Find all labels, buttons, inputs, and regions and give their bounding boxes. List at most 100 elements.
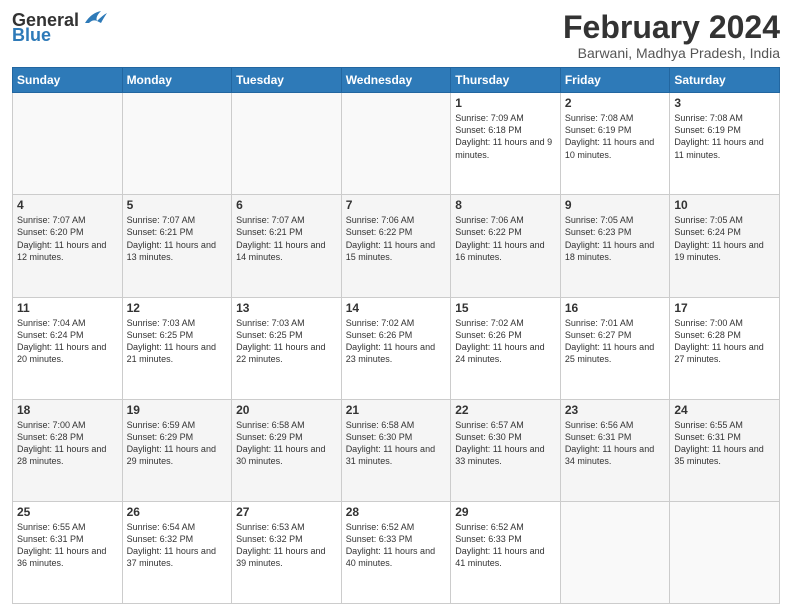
day-number: 9 xyxy=(565,198,666,212)
day-info: Sunrise: 7:07 AM Sunset: 6:21 PM Dayligh… xyxy=(127,214,228,263)
table-row: 5 Sunrise: 7:07 AM Sunset: 6:21 PM Daylig… xyxy=(122,195,232,297)
day-info: Sunrise: 7:00 AM Sunset: 6:28 PM Dayligh… xyxy=(674,317,775,366)
col-friday: Friday xyxy=(560,68,670,93)
calendar-week-row: 18 Sunrise: 7:00 AM Sunset: 6:28 PM Dayli… xyxy=(13,399,780,501)
day-info: Sunrise: 7:06 AM Sunset: 6:22 PM Dayligh… xyxy=(455,214,556,263)
day-number: 24 xyxy=(674,403,775,417)
table-row: 28 Sunrise: 6:52 AM Sunset: 6:33 PM Dayli… xyxy=(341,501,451,603)
table-row: 27Sunrise: 6:53 AM Sunset: 6:32 PM Dayli… xyxy=(232,501,342,603)
day-number: 16 xyxy=(565,301,666,315)
day-info: Sunrise: 6:55 AM Sunset: 6:31 PM Dayligh… xyxy=(674,419,775,468)
table-row: 26 Sunrise: 6:54 AM Sunset: 6:32 PM Dayli… xyxy=(122,501,232,603)
day-number: 2 xyxy=(565,96,666,110)
day-info: Sunrise: 7:02 AM Sunset: 6:26 PM Dayligh… xyxy=(346,317,447,366)
table-row: 15 Sunrise: 7:02 AM Sunset: 6:26 PM Dayli… xyxy=(451,297,561,399)
col-monday: Monday xyxy=(122,68,232,93)
calendar-week-row: 11Sunrise: 7:04 AM Sunset: 6:24 PM Dayli… xyxy=(13,297,780,399)
table-row: 10 Sunrise: 7:05 AM Sunset: 6:24 PM Dayli… xyxy=(670,195,780,297)
table-row: 4 Sunrise: 7:07 AM Sunset: 6:20 PM Daylig… xyxy=(13,195,123,297)
day-info: Sunrise: 7:03 AM Sunset: 6:25 PM Dayligh… xyxy=(127,317,228,366)
day-number: 5 xyxy=(127,198,228,212)
day-number: 23 xyxy=(565,403,666,417)
day-number: 7 xyxy=(346,198,447,212)
table-row: 16 Sunrise: 7:01 AM Sunset: 6:27 PM Dayli… xyxy=(560,297,670,399)
day-info: Sunrise: 7:08 AM Sunset: 6:19 PM Dayligh… xyxy=(565,112,666,161)
day-info: Sunrise: 7:03 AM Sunset: 6:25 PM Dayligh… xyxy=(236,317,337,366)
table-row: 2 Sunrise: 7:08 AM Sunset: 6:19 PM Daylig… xyxy=(560,93,670,195)
day-number: 27 xyxy=(236,505,337,519)
day-info: Sunrise: 6:52 AM Sunset: 6:33 PM Dayligh… xyxy=(346,521,447,570)
day-info: Sunrise: 6:59 AM Sunset: 6:29 PM Dayligh… xyxy=(127,419,228,468)
day-info: Sunrise: 7:00 AM Sunset: 6:28 PM Dayligh… xyxy=(17,419,118,468)
table-row: 24 Sunrise: 6:55 AM Sunset: 6:31 PM Dayli… xyxy=(670,399,780,501)
day-number: 17 xyxy=(674,301,775,315)
table-row: 8 Sunrise: 7:06 AM Sunset: 6:22 PM Daylig… xyxy=(451,195,561,297)
day-info: Sunrise: 6:56 AM Sunset: 6:31 PM Dayligh… xyxy=(565,419,666,468)
day-number: 13 xyxy=(236,301,337,315)
day-info: Sunrise: 7:08 AM Sunset: 6:19 PM Dayligh… xyxy=(674,112,775,161)
table-row: 18 Sunrise: 7:00 AM Sunset: 6:28 PM Dayli… xyxy=(13,399,123,501)
calendar-header-row: Sunday Monday Tuesday Wednesday Thursday… xyxy=(13,68,780,93)
day-info: Sunrise: 6:57 AM Sunset: 6:30 PM Dayligh… xyxy=(455,419,556,468)
day-number: 21 xyxy=(346,403,447,417)
day-number: 14 xyxy=(346,301,447,315)
day-number: 1 xyxy=(455,96,556,110)
day-info: Sunrise: 7:09 AM Sunset: 6:18 PM Dayligh… xyxy=(455,112,556,161)
col-wednesday: Wednesday xyxy=(341,68,451,93)
day-info: Sunrise: 7:07 AM Sunset: 6:20 PM Dayligh… xyxy=(17,214,118,263)
day-info: Sunrise: 7:05 AM Sunset: 6:23 PM Dayligh… xyxy=(565,214,666,263)
table-row xyxy=(13,93,123,195)
table-row: 17 Sunrise: 7:00 AM Sunset: 6:28 PM Dayli… xyxy=(670,297,780,399)
table-row: 14 Sunrise: 7:02 AM Sunset: 6:26 PM Dayli… xyxy=(341,297,451,399)
calendar-week-row: 1 Sunrise: 7:09 AM Sunset: 6:18 PM Daylig… xyxy=(13,93,780,195)
day-info: Sunrise: 7:05 AM Sunset: 6:24 PM Dayligh… xyxy=(674,214,775,263)
day-number: 29 xyxy=(455,505,556,519)
calendar-subtitle: Barwani, Madhya Pradesh, India xyxy=(563,45,780,61)
table-row: 25 Sunrise: 6:55 AM Sunset: 6:31 PM Dayli… xyxy=(13,501,123,603)
day-number: 3 xyxy=(674,96,775,110)
col-sunday: Sunday xyxy=(13,68,123,93)
table-row: 21 Sunrise: 6:58 AM Sunset: 6:30 PM Dayli… xyxy=(341,399,451,501)
day-info: Sunrise: 7:04 AM Sunset: 6:24 PM Dayligh… xyxy=(17,317,118,366)
day-number: 12 xyxy=(127,301,228,315)
table-row: 7 Sunrise: 7:06 AM Sunset: 6:22 PM Daylig… xyxy=(341,195,451,297)
table-row xyxy=(122,93,232,195)
day-number: 25 xyxy=(17,505,118,519)
calendar-table: Sunday Monday Tuesday Wednesday Thursday… xyxy=(12,67,780,604)
day-number: 8 xyxy=(455,198,556,212)
day-info: Sunrise: 7:07 AM Sunset: 6:21 PM Dayligh… xyxy=(236,214,337,263)
table-row: 22Sunrise: 6:57 AM Sunset: 6:30 PM Dayli… xyxy=(451,399,561,501)
table-row: 29 Sunrise: 6:52 AM Sunset: 6:33 PM Dayli… xyxy=(451,501,561,603)
calendar-week-row: 4 Sunrise: 7:07 AM Sunset: 6:20 PM Daylig… xyxy=(13,195,780,297)
day-info: Sunrise: 7:02 AM Sunset: 6:26 PM Dayligh… xyxy=(455,317,556,366)
day-number: 28 xyxy=(346,505,447,519)
col-thursday: Thursday xyxy=(451,68,561,93)
calendar-title: February 2024 xyxy=(563,10,780,45)
header: General Blue February 2024 Barwani, Madh… xyxy=(12,10,780,61)
col-tuesday: Tuesday xyxy=(232,68,342,93)
day-info: Sunrise: 7:06 AM Sunset: 6:22 PM Dayligh… xyxy=(346,214,447,263)
calendar-week-row: 25 Sunrise: 6:55 AM Sunset: 6:31 PM Dayli… xyxy=(13,501,780,603)
day-number: 4 xyxy=(17,198,118,212)
day-info: Sunrise: 6:55 AM Sunset: 6:31 PM Dayligh… xyxy=(17,521,118,570)
day-number: 10 xyxy=(674,198,775,212)
table-row: 13 Sunrise: 7:03 AM Sunset: 6:25 PM Dayli… xyxy=(232,297,342,399)
day-info: Sunrise: 6:54 AM Sunset: 6:32 PM Dayligh… xyxy=(127,521,228,570)
day-number: 15 xyxy=(455,301,556,315)
day-info: Sunrise: 6:58 AM Sunset: 6:30 PM Dayligh… xyxy=(346,419,447,468)
table-row: 3 Sunrise: 7:08 AM Sunset: 6:19 PM Daylig… xyxy=(670,93,780,195)
day-number: 18 xyxy=(17,403,118,417)
page: General Blue February 2024 Barwani, Madh… xyxy=(0,0,792,612)
table-row: 19 Sunrise: 6:59 AM Sunset: 6:29 PM Dayli… xyxy=(122,399,232,501)
table-row: 6 Sunrise: 7:07 AM Sunset: 6:21 PM Daylig… xyxy=(232,195,342,297)
day-info: Sunrise: 7:01 AM Sunset: 6:27 PM Dayligh… xyxy=(565,317,666,366)
title-area: February 2024 Barwani, Madhya Pradesh, I… xyxy=(563,10,780,61)
day-number: 19 xyxy=(127,403,228,417)
day-info: Sunrise: 6:52 AM Sunset: 6:33 PM Dayligh… xyxy=(455,521,556,570)
table-row xyxy=(232,93,342,195)
logo-blue-text: Blue xyxy=(12,25,51,46)
day-number: 6 xyxy=(236,198,337,212)
day-number: 26 xyxy=(127,505,228,519)
table-row: 23 Sunrise: 6:56 AM Sunset: 6:31 PM Dayli… xyxy=(560,399,670,501)
table-row xyxy=(341,93,451,195)
